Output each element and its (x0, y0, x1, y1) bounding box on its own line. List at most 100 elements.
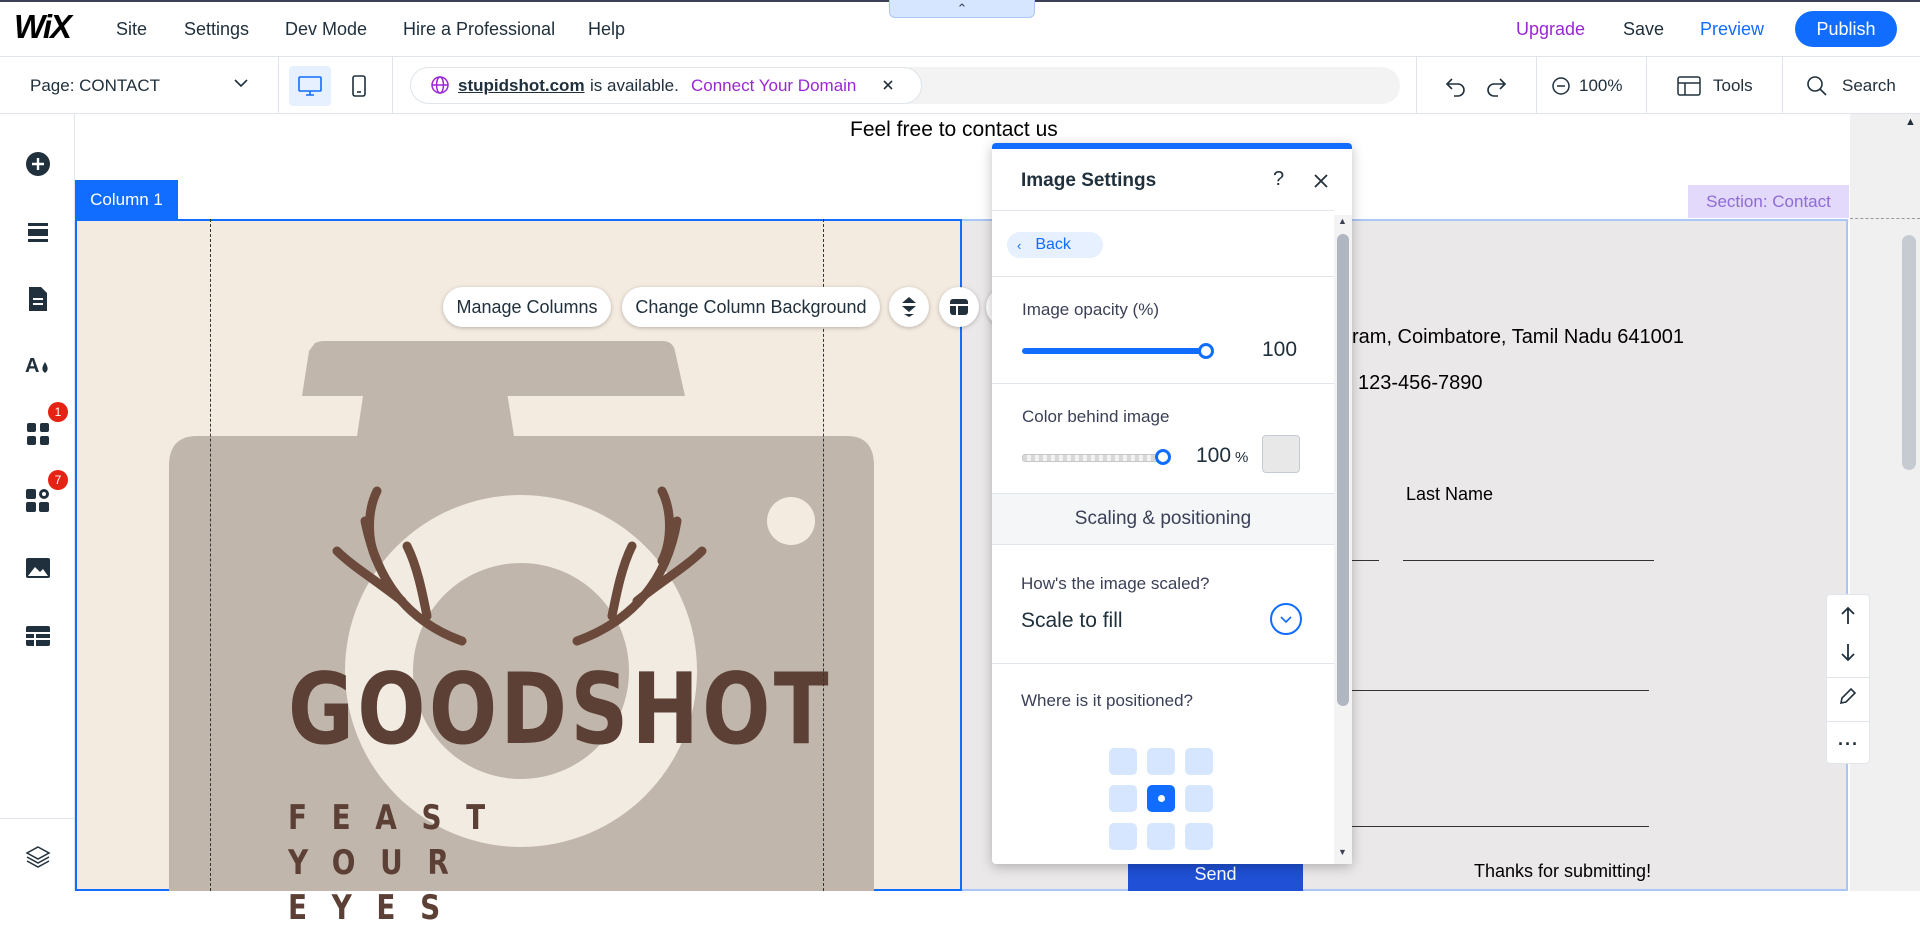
divider (1782, 57, 1783, 114)
upgrade-link[interactable]: Upgrade (1516, 19, 1585, 40)
move-up-icon[interactable] (1839, 606, 1857, 631)
zoom-out-icon[interactable] (1551, 76, 1571, 101)
apps-icon[interactable] (24, 420, 51, 447)
layers-icon[interactable] (24, 843, 51, 870)
chevron-down-icon (1280, 616, 1292, 624)
position-top-right[interactable] (1185, 748, 1213, 775)
canvas-scrollbar[interactable] (1902, 235, 1916, 470)
position-bottom-center[interactable] (1147, 823, 1175, 850)
collapse-toolbar-tab[interactable]: ⌃ (889, 0, 1035, 18)
layout-button[interactable] (939, 287, 979, 327)
column-1-tag[interactable]: Column 1 (75, 180, 178, 219)
contact-address[interactable]: ram, Coimbatore, Tamil Nadu 641001 (1352, 326, 1684, 349)
position-center-selected[interactable] (1147, 785, 1175, 812)
site-design-icon[interactable]: A (24, 351, 51, 378)
opacity-slider-handle[interactable] (1198, 343, 1214, 359)
wix-logo[interactable]: WiX (14, 8, 72, 46)
move-down-icon[interactable] (1839, 642, 1857, 667)
globe-icon (430, 75, 450, 100)
color-opacity-slider-track[interactable] (1022, 454, 1164, 462)
redo-icon[interactable] (1484, 75, 1508, 102)
undo-icon[interactable] (1444, 75, 1468, 102)
change-column-background-button[interactable]: Change Column Background (622, 287, 880, 327)
form-field-line[interactable] (1352, 560, 1379, 561)
help-icon[interactable]: ? (1273, 168, 1284, 191)
back-label: Back (1035, 236, 1071, 253)
menu-help[interactable]: Help (588, 19, 625, 40)
desktop-icon (298, 76, 322, 96)
page-selector[interactable]: Page: CONTACT (30, 76, 160, 96)
divider (0, 818, 75, 819)
domain-status-text: is available. (590, 76, 679, 95)
section-guide (1850, 218, 1920, 219)
scroll-down-arrow-icon[interactable]: ▼ (1338, 847, 1347, 857)
scaling-dropdown-value[interactable]: Scale to fill (1021, 609, 1123, 633)
color-opacity-value[interactable]: 100 (1196, 444, 1231, 468)
close-icon[interactable] (881, 78, 895, 97)
divider (1827, 677, 1869, 678)
chevron-up-icon: ⌃ (956, 0, 968, 16)
page-heading[interactable]: Feel free to contact us (850, 118, 1058, 142)
logo-tagline: FEAST YOUR EYES (288, 798, 510, 928)
scroll-up-arrow-icon[interactable]: ▲ (1905, 116, 1916, 128)
menu-dev-mode[interactable]: Dev Mode (285, 19, 367, 40)
color-opacity-slider-handle[interactable] (1155, 449, 1171, 465)
add-section-icon[interactable] (24, 218, 51, 245)
position-bottom-right[interactable] (1185, 823, 1213, 850)
opacity-slider-track[interactable] (1022, 348, 1206, 354)
menu-site[interactable]: Site (116, 19, 147, 40)
zoom-level[interactable]: 100% (1579, 76, 1622, 96)
save-button[interactable]: Save (1623, 19, 1664, 40)
last-name-field[interactable] (1403, 560, 1654, 561)
layout-icon (950, 299, 968, 315)
section-tag[interactable]: Section: Contact (1688, 185, 1849, 218)
divider (992, 210, 1334, 211)
scaling-dropdown[interactable] (1270, 603, 1302, 635)
tools-button[interactable]: Tools (1713, 76, 1753, 96)
color-behind-label: Color behind image (1022, 407, 1170, 426)
publish-button[interactable]: Publish (1795, 11, 1897, 47)
position-bottom-left[interactable] (1109, 823, 1137, 850)
close-panel-icon[interactable] (1312, 172, 1330, 195)
form-field-line[interactable] (1352, 690, 1649, 691)
panel-scrollbar-thumb[interactable] (1337, 234, 1349, 706)
preview-button[interactable]: Preview (1700, 19, 1764, 40)
color-swatch[interactable] (1262, 435, 1300, 473)
form-field-line[interactable] (1352, 826, 1649, 827)
divider (1827, 721, 1869, 722)
back-button[interactable]: ‹ Back (1007, 232, 1103, 258)
tools-icon[interactable] (1677, 75, 1701, 102)
position-top-center[interactable] (1147, 748, 1175, 775)
divider (992, 663, 1334, 664)
pages-icon[interactable] (24, 285, 51, 312)
connect-domain-link[interactable]: Connect Your Domain (691, 76, 856, 96)
menu-hire-professional[interactable]: Hire a Professional (403, 19, 555, 40)
more-icon[interactable]: ··· (1838, 734, 1859, 755)
scroll-up-arrow-icon[interactable]: ▲ (1338, 216, 1347, 226)
thanks-message: Thanks for submitting! (1474, 861, 1652, 881)
canvas-gutter (1850, 114, 1920, 891)
mobile-view-button[interactable] (348, 66, 370, 106)
domain-name-link[interactable]: stupidshot.com (458, 76, 585, 96)
contact-phone[interactable]: 123-456-7890 (1358, 372, 1483, 395)
chevron-left-icon: ‹ (1017, 237, 1022, 253)
search-icon[interactable] (1806, 75, 1828, 102)
chevron-down-icon[interactable] (232, 74, 250, 97)
manage-columns-button[interactable]: Manage Columns (443, 287, 611, 327)
search-button[interactable]: Search (1842, 76, 1896, 96)
cms-icon[interactable] (24, 622, 51, 649)
business-badge: 7 (48, 470, 68, 490)
business-apps-icon[interactable] (24, 487, 51, 514)
opacity-value[interactable]: 100 (1262, 338, 1297, 362)
position-middle-right[interactable] (1185, 785, 1213, 812)
media-icon[interactable] (24, 554, 51, 581)
position-top-left[interactable] (1109, 748, 1137, 775)
arrange-button[interactable] (889, 287, 929, 327)
desktop-view-button[interactable] (289, 66, 331, 106)
menu-settings[interactable]: Settings (184, 19, 249, 40)
selected-dot-icon (1157, 795, 1165, 802)
scaled-question: How's the image scaled? (1021, 574, 1210, 593)
edit-pencil-icon[interactable] (1838, 686, 1858, 711)
position-middle-left[interactable] (1109, 785, 1137, 812)
add-elements-icon[interactable] (24, 150, 51, 177)
